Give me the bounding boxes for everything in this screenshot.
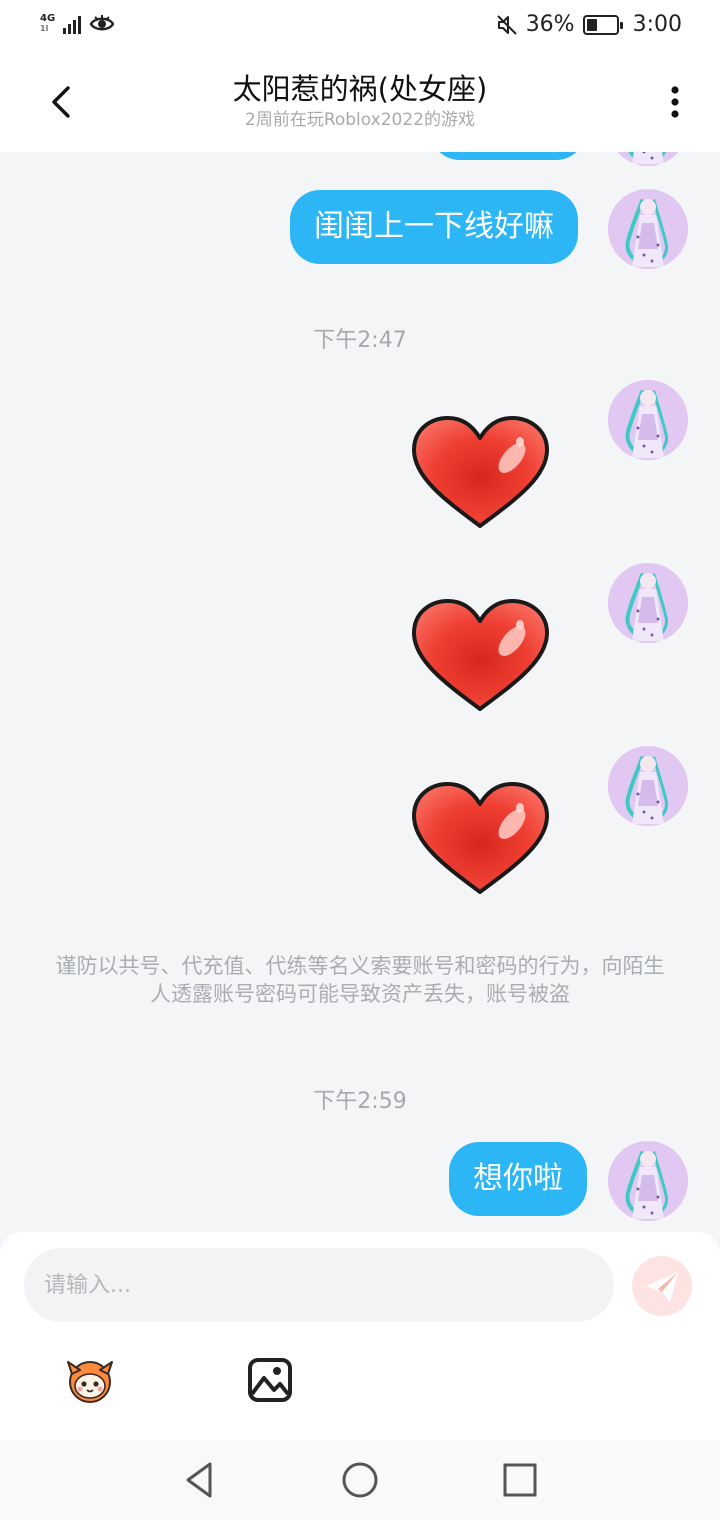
mute-icon xyxy=(496,14,517,35)
signal-icon xyxy=(63,14,82,34)
paper-plane-icon xyxy=(646,1272,678,1302)
circle-home-icon xyxy=(342,1462,378,1498)
message-input[interactable] xyxy=(24,1248,614,1322)
avatar[interactable] xyxy=(608,1141,688,1221)
heart-sticker[interactable] xyxy=(408,780,553,900)
network-sub: 1l xyxy=(40,24,49,33)
timestamp: 下午2:59 xyxy=(313,1089,407,1114)
emoji-button[interactable] xyxy=(62,1352,118,1408)
image-icon xyxy=(248,1358,292,1402)
more-options-button[interactable] xyxy=(660,82,690,122)
avatar[interactable] xyxy=(608,380,688,460)
chat-subtitle: 2周前在玩Roblox2022的游戏 xyxy=(245,110,475,130)
timestamp: 下午2:47 xyxy=(313,328,407,353)
system-nav-bar xyxy=(0,1440,720,1520)
battery-icon xyxy=(582,14,623,35)
heart-sticker[interactable] xyxy=(408,414,553,534)
status-bar: 4G 1l 36% 3:00 xyxy=(0,0,720,56)
triangle-back-icon xyxy=(186,1462,212,1498)
image-picker-button[interactable] xyxy=(242,1352,298,1408)
nav-back-button[interactable] xyxy=(178,1458,222,1502)
message-bubble[interactable]: 想你啦 xyxy=(449,1142,587,1216)
network-indicator: 4G 1l xyxy=(40,14,55,34)
emoji-mascot-icon xyxy=(67,1361,113,1403)
message-bubble[interactable]: 闺闺上一下线好嘛 xyxy=(290,190,578,264)
chevron-left-icon xyxy=(52,86,70,118)
message-composer xyxy=(0,1232,720,1440)
send-button[interactable] xyxy=(632,1256,692,1316)
chat-header: 太阳惹的祸(处女座) 2周前在玩Roblox2022的游戏 xyxy=(0,56,720,152)
network-type: 4G xyxy=(40,13,56,24)
battery-percent: 36% xyxy=(525,12,575,37)
eye-icon xyxy=(89,15,115,31)
back-button[interactable] xyxy=(42,82,82,122)
nav-recents-button[interactable] xyxy=(498,1458,542,1502)
previous-message-bubble[interactable] xyxy=(430,152,586,160)
chat-title: 太阳惹的祸(处女座) xyxy=(232,72,488,106)
avatar[interactable] xyxy=(608,189,688,269)
security-notice: 谨防以共号、代充值、代练等名义索要账号和密码的行为，向陌生人透露账号密码可能导致… xyxy=(55,954,665,1006)
avatar[interactable] xyxy=(608,746,688,826)
more-vertical-icon xyxy=(671,86,679,118)
chat-messages[interactable]: 闺闺上一下线好嘛 下午2:47 谨防以共号、代充值、代练等名义索要账号和密码的行… xyxy=(0,152,720,1232)
nav-home-button[interactable] xyxy=(338,1458,382,1502)
avatar[interactable] xyxy=(608,152,688,166)
clock: 3:00 xyxy=(632,12,682,37)
title-block: 太阳惹的祸(处女座) 2周前在玩Roblox2022的游戏 xyxy=(150,70,570,132)
square-recents-icon xyxy=(503,1463,537,1497)
avatar[interactable] xyxy=(608,563,688,643)
heart-sticker[interactable] xyxy=(408,597,553,717)
